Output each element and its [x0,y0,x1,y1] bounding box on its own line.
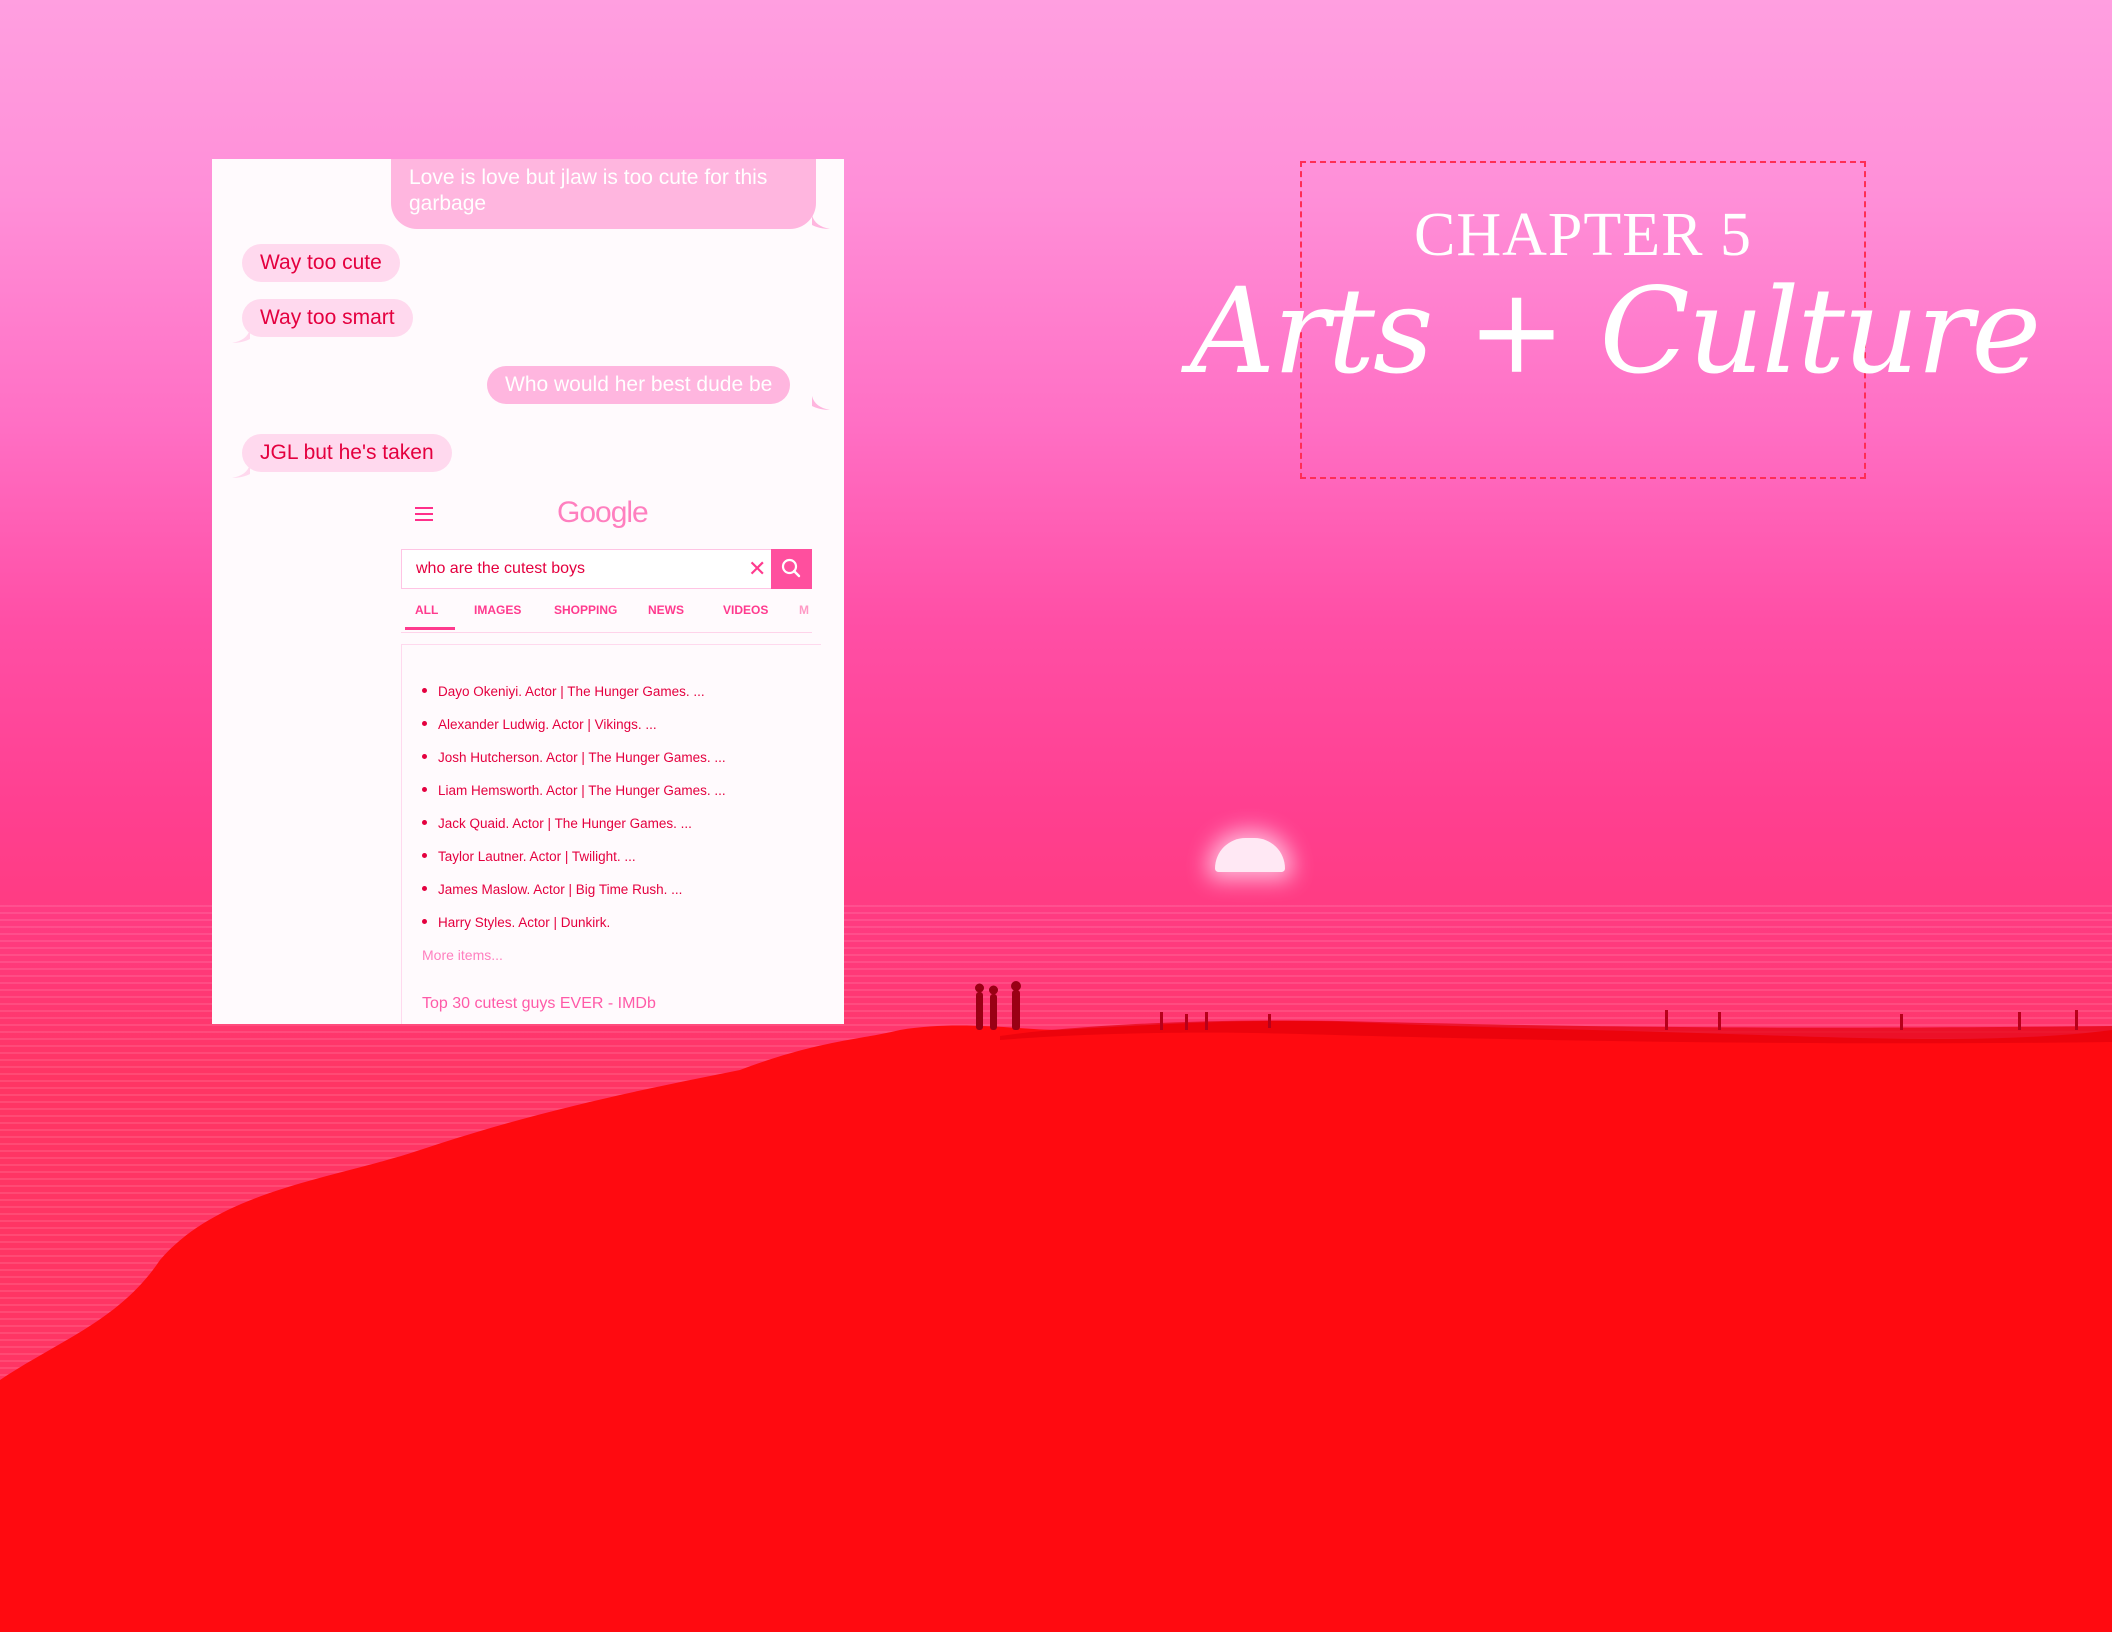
result-text: Alexander Ludwig. Actor | Vikings. ... [438,717,657,732]
people-silhouettes [975,981,1021,1030]
search-button[interactable] [771,549,812,589]
result-item[interactable]: Josh Hutcherson. Actor | The Hunger Game… [422,750,726,765]
cliff-shape [0,1020,2112,1632]
search-icon [781,558,801,578]
bubble-tail [812,396,830,410]
bubble-tail [232,329,250,343]
result-text: Dayo Okeniyi. Actor | The Hunger Games. … [438,684,705,699]
result-text: Jack Quaid. Actor | The Hunger Games. ..… [438,816,692,831]
hamburger-menu-icon[interactable] [415,507,433,521]
message-bubble-incoming: JGL but he's taken [242,434,452,472]
phone-screenshot: Love is love but jlaw is too cute for th… [212,159,844,1024]
active-tab-indicator [405,627,455,630]
more-items-link[interactable]: More items... [422,947,503,963]
message-text: Love is love but jlaw is too cute for th… [409,166,768,215]
chapter-title: Arts + Culture [1190,262,2041,400]
clear-icon[interactable]: ✕ [748,556,766,582]
search-input[interactable]: who are the cutest boys [416,560,585,578]
message-bubble-incoming: Way too cute [242,244,400,282]
search-tabs: ALL IMAGES SHOPPING NEWS VIDEOS M [401,599,812,633]
message-text: Way too cute [260,251,382,274]
message-text: JGL but he's taken [260,441,434,464]
tab-all[interactable]: ALL [415,603,438,617]
result-item[interactable]: Taylor Lautner. Actor | Twilight. ... [422,849,636,864]
chapter-label: CHAPTER 5 [1414,201,1752,269]
bubble-tail [812,215,830,229]
tab-news[interactable]: NEWS [648,603,684,617]
results-card: Dayo Okeniyi. Actor | The Hunger Games. … [401,644,821,1024]
result-text: Taylor Lautner. Actor | Twilight. ... [438,849,636,864]
bullet-icon [422,688,427,693]
bullet-icon [422,787,427,792]
message-bubble-incoming: Way too smart [242,299,413,337]
tab-images[interactable]: IMAGES [474,603,521,617]
bullet-icon [422,820,427,825]
result-text: Harry Styles. Actor | Dunkirk. [438,915,611,930]
result-text: Liam Hemsworth. Actor | The Hunger Games… [438,783,726,798]
message-bubble-outgoing: Love is love but jlaw is too cute for th… [391,159,816,229]
message-bubble-outgoing: Who would her best dude be [487,366,791,404]
bullet-icon [422,853,427,858]
result-item[interactable]: Dayo Okeniyi. Actor | The Hunger Games. … [422,684,705,699]
result-text: Josh Hutcherson. Actor | The Hunger Game… [438,750,726,765]
result-source-link[interactable]: Top 30 cutest guys EVER - IMDb [422,995,656,1013]
bubble-tail [232,464,250,478]
result-text: James Maslow. Actor | Big Time Rush. ... [438,882,683,897]
tab-more[interactable]: M [799,603,809,617]
google-logo: Google [557,496,649,529]
tab-shopping[interactable]: SHOPPING [554,603,617,617]
result-item[interactable]: Harry Styles. Actor | Dunkirk. [422,915,610,930]
result-item[interactable]: Liam Hemsworth. Actor | The Hunger Games… [422,783,726,798]
tabs-divider [401,632,812,633]
message-text: Who would her best dude be [505,373,773,396]
tab-videos[interactable]: VIDEOS [723,603,768,617]
result-item[interactable]: Jack Quaid. Actor | The Hunger Games. ..… [422,816,692,831]
bullet-icon [422,919,427,924]
result-item[interactable]: James Maslow. Actor | Big Time Rush. ... [422,882,682,897]
result-item[interactable]: Alexander Ludwig. Actor | Vikings. ... [422,717,657,732]
search-box[interactable]: who are the cutest boys ✕ [401,549,812,589]
bullet-icon [422,721,427,726]
message-text: Way too smart [260,306,395,329]
bullet-icon [422,754,427,759]
bullet-icon [422,886,427,891]
